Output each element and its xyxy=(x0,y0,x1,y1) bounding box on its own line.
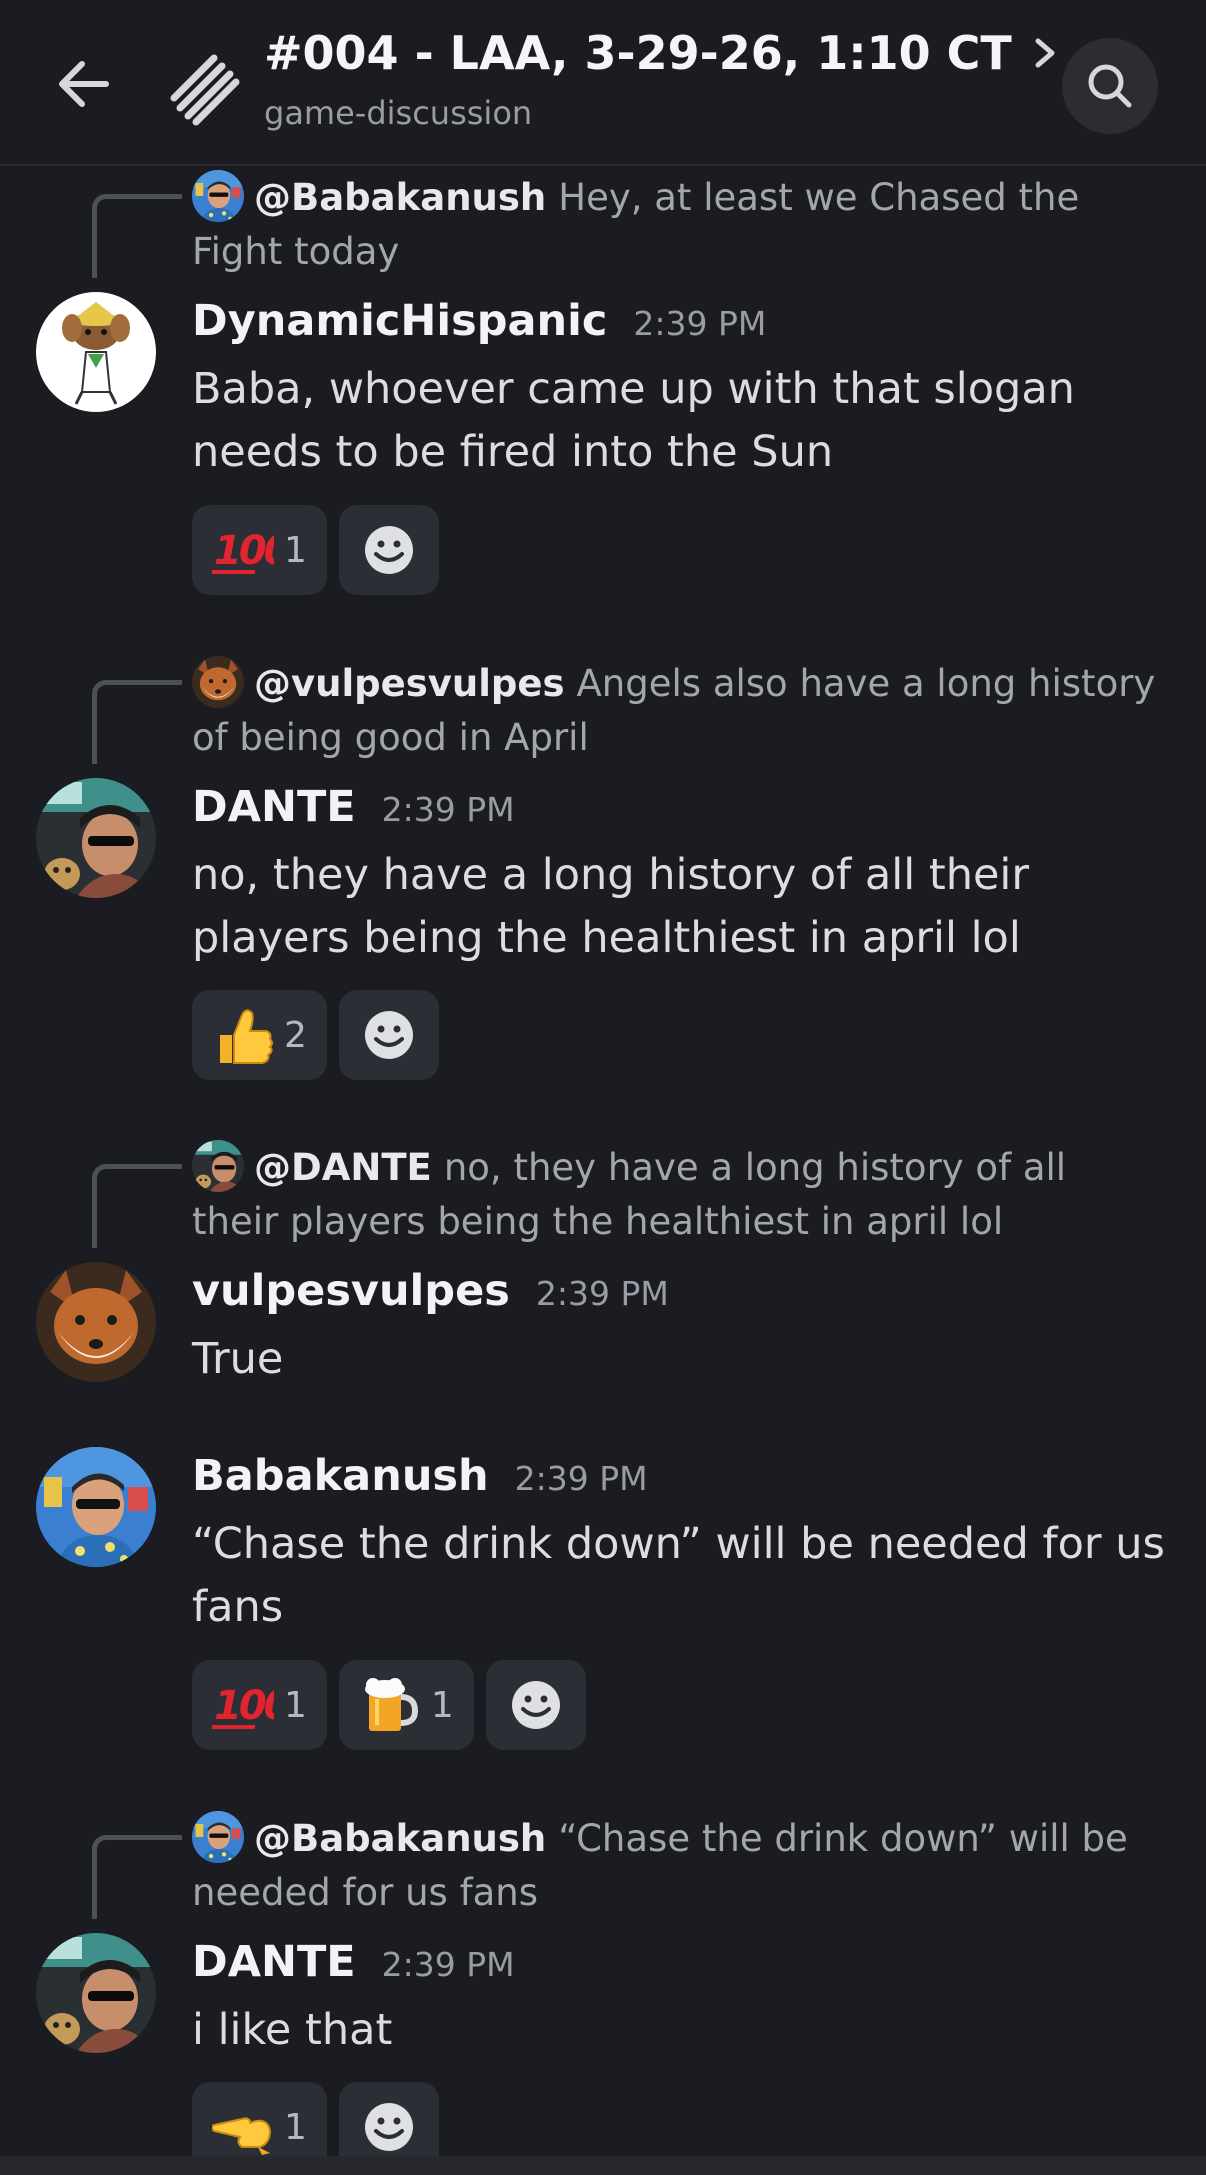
back-button[interactable] xyxy=(44,44,124,124)
message-text: no, they have a long history of all thei… xyxy=(192,850,1030,963)
pointing-left-icon xyxy=(212,2097,274,2157)
message-header: vulpesvulpes 2:39 PM xyxy=(192,1266,669,1316)
timestamp: 2:39 PM xyxy=(514,1459,648,1498)
reply-connector xyxy=(92,680,182,764)
username[interactable]: DynamicHispanic xyxy=(192,296,607,346)
search-button[interactable] xyxy=(1062,38,1158,134)
reply-reference[interactable]: @vulpesvulpes Angels also have a long his… xyxy=(192,656,1162,765)
message-text: True xyxy=(192,1334,284,1384)
reply-connector xyxy=(92,1164,182,1248)
timestamp: 2:39 PM xyxy=(535,1274,669,1313)
message-text: “Chase the drink down” will be needed fo… xyxy=(192,1519,1165,1632)
timestamp: 2:39 PM xyxy=(381,790,515,829)
channel-name: game-discussion xyxy=(264,94,533,132)
avatar[interactable] xyxy=(36,292,156,412)
reaction-count: 1 xyxy=(284,2106,307,2148)
reaction-count: 1 xyxy=(284,1684,307,1726)
add-reaction-button[interactable] xyxy=(338,990,439,1080)
avatar xyxy=(192,170,244,222)
reply-connector xyxy=(92,194,182,278)
reaction-count: 1 xyxy=(430,1684,454,1726)
add-reaction-smiley-icon xyxy=(362,524,415,576)
reply-connector xyxy=(92,1835,182,1919)
reply-reference[interactable]: @Babakanush Hey, at least we Chased the F… xyxy=(192,170,1162,279)
avatar xyxy=(192,1140,244,1192)
username[interactable]: vulpesvulpes xyxy=(192,1266,510,1316)
reply-reference[interactable]: @Babakanush “Chase the drink down” will b… xyxy=(192,1811,1162,1920)
reply-mention: @Babakanush xyxy=(254,1817,547,1860)
avatar[interactable] xyxy=(36,1933,156,2053)
timestamp: 2:39 PM xyxy=(381,1945,515,1984)
hundred-points-icon xyxy=(212,1675,274,1735)
avatar[interactable] xyxy=(36,778,156,898)
avatar[interactable] xyxy=(36,1262,156,1382)
add-reaction-smiley-icon xyxy=(362,1009,415,1061)
reaction-hundred-points[interactable]: 1 xyxy=(192,505,327,595)
thread-title: #004 - LAA, 3-29-26, 1:10 CT xyxy=(264,26,1012,80)
avatar xyxy=(192,656,244,708)
message-header: DynamicHispanic 2:39 PM xyxy=(192,296,766,346)
add-reaction-button[interactable] xyxy=(338,505,439,595)
message-text: Baba, whoever came up with that slogan n… xyxy=(192,364,1075,477)
add-reaction-smiley-icon xyxy=(362,2101,415,2153)
chevron-right-icon xyxy=(1035,38,1055,68)
search-icon xyxy=(1088,64,1132,108)
hundred-points-icon xyxy=(212,520,274,580)
reply-mention: @vulpesvulpes xyxy=(254,662,565,705)
beer-mug-icon xyxy=(359,1675,421,1735)
threads-icon xyxy=(170,54,240,126)
channel-header: #004 - LAA, 3-29-26, 1:10 CT game-discus… xyxy=(0,0,1206,166)
add-reaction-smiley-icon xyxy=(509,1679,562,1731)
bottom-divider xyxy=(0,2156,1206,2175)
timestamp: 2:39 PM xyxy=(633,304,767,343)
add-reaction-button[interactable] xyxy=(485,1660,586,1750)
username[interactable]: Babakanush xyxy=(192,1451,489,1501)
reaction-count: 1 xyxy=(284,529,307,571)
reply-reference[interactable]: @DANTE no, they have a long history of al… xyxy=(192,1140,1162,1249)
thumbs-up-icon xyxy=(212,1005,274,1065)
username[interactable]: DANTE xyxy=(192,1937,356,1987)
reaction-hundred-points[interactable]: 1 xyxy=(192,1660,327,1750)
reaction-beer-mug[interactable]: 1 xyxy=(338,1660,474,1750)
reactions: 2 xyxy=(192,990,439,1080)
arrow-left-icon xyxy=(59,61,109,107)
message-header: DANTE 2:39 PM xyxy=(192,1937,515,1987)
reactions: 1 1 xyxy=(192,1660,586,1750)
avatar xyxy=(192,1811,244,1863)
message-header: DANTE 2:39 PM xyxy=(192,782,515,832)
username[interactable]: DANTE xyxy=(192,782,356,832)
reaction-count: 2 xyxy=(284,1014,307,1056)
reactions: 1 xyxy=(192,505,439,595)
message-header: Babakanush 2:39 PM xyxy=(192,1451,648,1501)
reply-mention: @Babakanush xyxy=(254,176,547,219)
avatar[interactable] xyxy=(36,1447,156,1567)
thread-title-row[interactable]: #004 - LAA, 3-29-26, 1:10 CT xyxy=(264,26,1060,80)
reaction-thumbs-up[interactable]: 2 xyxy=(192,990,327,1080)
reply-mention: @DANTE xyxy=(254,1146,432,1189)
message-text: i like that xyxy=(192,2005,393,2055)
